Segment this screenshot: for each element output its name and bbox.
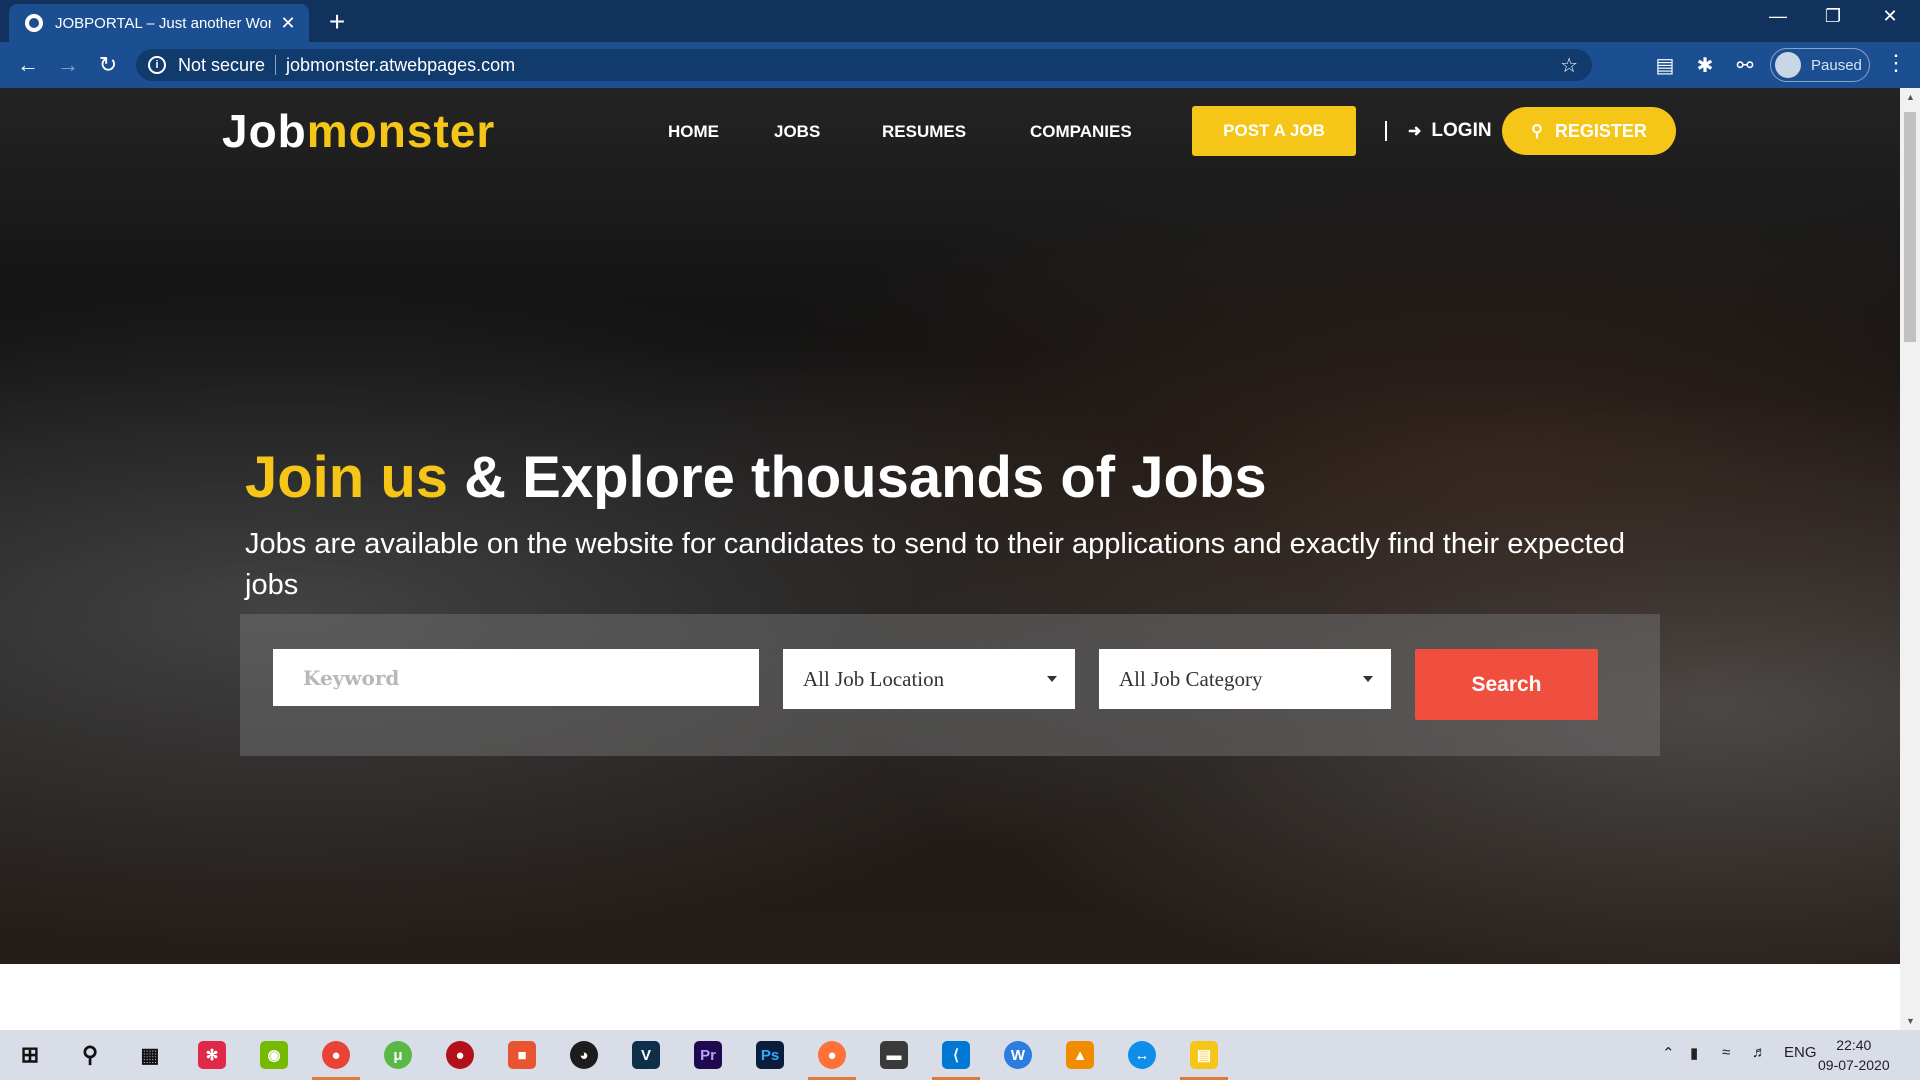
register-button[interactable]: ⚲ REGISTER <box>1502 107 1676 155</box>
scroll-down-icon[interactable]: ▼ <box>1906 1016 1915 1026</box>
task-view-icon[interactable]: ▦ <box>136 1041 164 1069</box>
nav-home[interactable]: HOME <box>668 122 719 142</box>
reload-icon[interactable]: ↻ <box>94 52 122 78</box>
tab-title: JOBPORTAL – Just another Wordi <box>55 14 271 32</box>
scroll-up-icon[interactable]: ▲ <box>1906 92 1915 102</box>
app-box-icon[interactable]: ■ <box>508 1041 536 1069</box>
firefox-icon[interactable]: ● <box>818 1041 846 1069</box>
chevron-down-icon <box>1363 676 1373 682</box>
chevron-down-icon <box>1047 676 1057 682</box>
nav-jobs[interactable]: JOBS <box>774 122 820 142</box>
key-icon: ⚲ <box>1531 123 1543 140</box>
windows-taskbar: ⊞ ⚲ ▦ ✻ ◉ ● μ ● ■ ◕ V Pr Ps ● ▬ ⟨ W ▲ ↔ … <box>0 1030 1920 1080</box>
login-icon: ➜ <box>1408 123 1422 140</box>
clock-time: 22:40 <box>1836 1037 1872 1053</box>
nvidia-icon[interactable]: ◉ <box>260 1041 288 1069</box>
volume-icon[interactable]: ♬ <box>1752 1044 1767 1061</box>
post-a-job-button[interactable]: POST A JOB <box>1192 106 1356 156</box>
job-category-select[interactable]: All Job Category <box>1099 649 1391 709</box>
address-bar[interactable]: i Not secure jobmonster.atwebpages.com ☆ <box>136 49 1592 81</box>
scrollbar-thumb[interactable] <box>1904 112 1916 342</box>
app-v-icon[interactable]: V <box>632 1041 660 1069</box>
browser-tab[interactable]: JOBPORTAL – Just another Wordi ✕ <box>9 4 309 42</box>
site-logo[interactable]: Jobmonster <box>222 104 495 158</box>
restore-icon[interactable]: ❐ <box>1818 6 1848 27</box>
search-icon[interactable]: ⚲ <box>76 1041 104 1069</box>
battery-icon[interactable]: ▮ <box>1690 1044 1698 1062</box>
utorrent-icon[interactable]: μ <box>384 1041 412 1069</box>
nav-divider <box>1385 121 1387 141</box>
logo-text-part1: Job <box>222 105 307 157</box>
speedometer-icon[interactable]: ◕ <box>570 1041 598 1069</box>
premiere-icon[interactable]: Pr <box>694 1041 722 1069</box>
language-indicator[interactable]: ENG <box>1784 1044 1817 1061</box>
keyword-input[interactable] <box>273 649 759 706</box>
minimize-icon[interactable]: — <box>1763 6 1793 27</box>
app-red-icon[interactable]: ✻ <box>198 1041 226 1069</box>
teamviewer-icon[interactable]: ↔ <box>1128 1041 1156 1069</box>
app-dark-icon[interactable]: ▬ <box>880 1041 908 1069</box>
chrome-icon[interactable]: ● <box>322 1041 350 1069</box>
url-text[interactable]: jobmonster.atwebpages.com <box>286 55 515 76</box>
chevron-up-icon[interactable]: ⌃ <box>1662 1044 1675 1062</box>
browser-toolbar: ← → ↻ i Not secure jobmonster.atwebpages… <box>0 42 1920 88</box>
puzzle-icon[interactable]: ✱ <box>1692 53 1718 78</box>
job-location-select[interactable]: All Job Location <box>783 649 1075 709</box>
new-tab-button[interactable]: + <box>322 6 352 38</box>
headline-accent: Join us <box>245 445 449 510</box>
nav-resumes[interactable]: RESUMES <box>882 122 966 142</box>
wifi-icon[interactable]: ≈ <box>1722 1044 1730 1061</box>
profile-button[interactable]: Paused <box>1770 48 1870 82</box>
windows-start-icon[interactable]: ⊞ <box>16 1041 44 1069</box>
search-button[interactable]: Search <box>1415 649 1598 720</box>
vscode-icon[interactable]: ⟨ <box>942 1041 970 1069</box>
job-location-value: All Job Location <box>803 666 945 691</box>
headline-rest: & Explore thousands of Jobs <box>448 445 1267 510</box>
system-clock[interactable]: 22:40 09-07-2020 <box>1818 1035 1890 1075</box>
logo-text-part2: monster <box>306 105 496 157</box>
omnibox-divider <box>275 55 277 75</box>
nav-companies[interactable]: COMPANIES <box>1030 122 1132 142</box>
register-label: REGISTER <box>1554 120 1647 141</box>
clock-date: 09-07-2020 <box>1818 1057 1890 1073</box>
tab-close-icon[interactable]: ✕ <box>279 13 297 34</box>
login-label: LOGIN <box>1431 120 1492 141</box>
extension-icon[interactable]: ▤ <box>1652 53 1678 78</box>
vlc-icon[interactable]: ▲ <box>1066 1041 1094 1069</box>
security-label: Not secure <box>178 54 266 75</box>
forward-icon[interactable]: → <box>54 52 82 78</box>
key-icon[interactable]: ⚯ <box>1732 53 1758 78</box>
login-link[interactable]: ➜ LOGIN <box>1408 120 1492 142</box>
info-icon[interactable]: i <box>148 56 166 74</box>
page-scrollbar[interactable]: ▲ ▼ <box>1900 88 1920 1030</box>
site-favicon-icon <box>25 14 43 32</box>
back-icon[interactable]: ← <box>14 52 42 78</box>
file-explorer-icon[interactable]: ▤ <box>1190 1041 1218 1069</box>
hero-banner: Jobmonster HOME JOBS RESUMES COMPANIES P… <box>0 88 1900 964</box>
hero-subheading: Jobs are available on the website for ca… <box>245 528 1625 601</box>
avatar <box>1775 52 1801 78</box>
photoshop-icon[interactable]: Ps <box>756 1041 784 1069</box>
menu-icon[interactable]: ⋮ <box>1884 50 1908 76</box>
web-page: Jobmonster HOME JOBS RESUMES COMPANIES P… <box>0 88 1900 1030</box>
star-icon[interactable]: ☆ <box>1560 53 1578 78</box>
app-dark-red-icon[interactable]: ● <box>446 1041 474 1069</box>
browser-tab-bar: JOBPORTAL – Just another Wordi ✕ + — ❐ ✕ <box>0 0 1920 42</box>
job-search-form: All Job Location All Job Category Search <box>240 614 1660 756</box>
window-close-icon[interactable]: ✕ <box>1875 6 1905 27</box>
app-w-icon[interactable]: W <box>1004 1041 1032 1069</box>
profile-status: Paused <box>1811 56 1862 74</box>
hero-headline: Join us & Explore thousands of Jobs <box>245 444 1267 511</box>
job-category-value: All Job Category <box>1119 666 1263 691</box>
